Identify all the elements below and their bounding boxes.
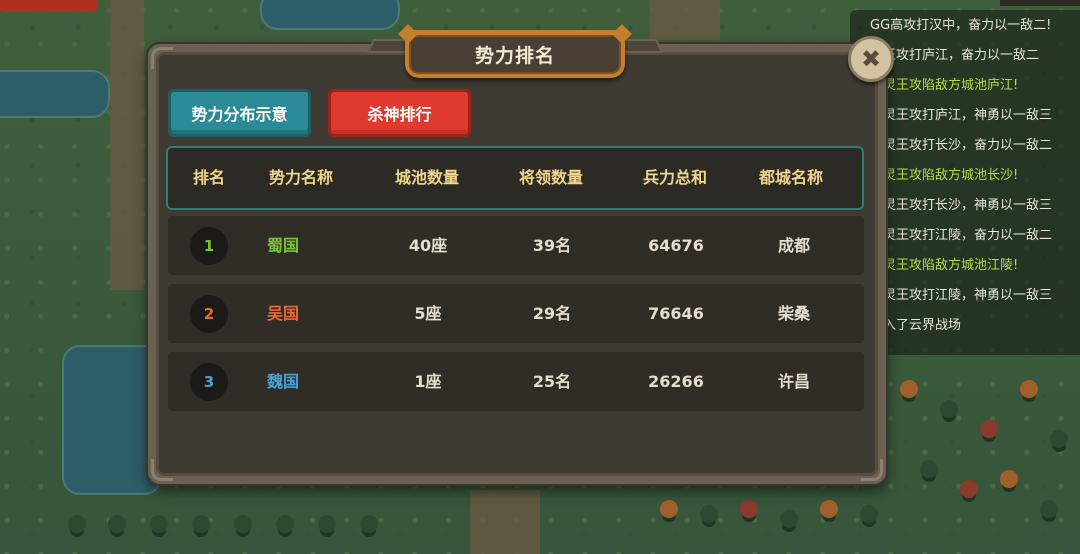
city-count: 40座 — [408, 236, 448, 255]
map-tree — [960, 480, 978, 498]
faction-name: 蜀国 — [266, 236, 299, 255]
log-line: 武灵王攻打江陵，神勇以一敌三 — [870, 288, 1053, 303]
map-tree — [940, 400, 958, 418]
map-tree — [192, 515, 210, 533]
header-rank: 排名 — [192, 168, 225, 187]
table-row[interactable]: 1 蜀国 40座 39名 64676 成都 — [168, 216, 864, 275]
map-tree — [980, 420, 998, 438]
log-line: 灵王攻打庐江，奋力以一敌二 — [870, 48, 1040, 63]
map-tree — [234, 515, 252, 533]
map-tree — [820, 500, 838, 518]
log-line: 武灵王攻打长沙，神勇以一敌三 — [870, 198, 1053, 213]
rank-badge: 2 — [190, 295, 228, 333]
map-tree — [108, 515, 126, 533]
header-general-count: 将领数量 — [518, 168, 583, 187]
map-tree — [700, 505, 718, 523]
map-road — [470, 490, 540, 554]
tab-faction-distribution[interactable]: 势力分布示意 — [168, 89, 311, 137]
log-line: 武灵王攻打江陵，奋力以一敌二 — [870, 228, 1053, 243]
table-row[interactable]: 2 吴国 5座 29名 76646 柴桑 — [168, 284, 864, 343]
map-lake — [62, 345, 162, 495]
header-city-count: 城池数量 — [394, 168, 459, 187]
capital-name: 许昌 — [777, 372, 810, 391]
log-line: 武灵王攻陷敌方城池长沙! — [870, 168, 1019, 183]
city-count: 5座 — [414, 304, 442, 323]
log-line: 武灵王攻打长沙，奋力以一敌二 — [870, 138, 1053, 153]
general-count: 39名 — [532, 236, 572, 255]
map-river — [0, 70, 110, 118]
capital-name: 成都 — [777, 236, 810, 255]
header-faction-name: 势力名称 — [268, 168, 333, 187]
map-tree — [360, 515, 378, 533]
header-troop-total: 兵力总和 — [642, 168, 707, 187]
table-header: 排名 势力名称 城池数量 将领数量 兵力总和 都城名称 — [166, 146, 864, 210]
capital-name: 柴桑 — [777, 304, 810, 323]
map-tree — [860, 505, 878, 523]
panel-title: 势力排名 — [474, 45, 555, 67]
menu-button-partial[interactable] — [0, 0, 98, 12]
map-tree — [68, 515, 86, 533]
faction-name: 吴国 — [266, 304, 299, 323]
rank-badge: 1 — [190, 227, 228, 265]
map-tree — [1050, 430, 1068, 448]
map-tree — [660, 500, 678, 518]
log-line: 武灵王攻打庐江，神勇以一敌三 — [870, 108, 1053, 123]
panel-corner — [151, 459, 173, 481]
faction-name: 魏国 — [266, 372, 299, 391]
general-count: 25名 — [532, 372, 572, 391]
map-road — [110, 0, 144, 290]
map-tree — [276, 515, 294, 533]
panel-corner — [151, 47, 173, 69]
general-count: 29名 — [532, 304, 572, 323]
map-tree — [920, 460, 938, 478]
close-icon: ✖ — [860, 45, 882, 73]
map-tree — [900, 380, 918, 398]
map-tree — [740, 500, 758, 518]
troop-total: 64676 — [648, 236, 704, 255]
map-tree — [150, 515, 168, 533]
rank-badge: 3 — [190, 363, 228, 401]
title-plaque: 势力排名 — [398, 24, 632, 78]
log-line: GG高攻打汉中，奋力以一敌二! — [870, 18, 1052, 33]
log-line: 进入了云界战场 — [870, 318, 962, 333]
map-road — [650, 0, 720, 40]
troop-total: 26266 — [648, 372, 704, 391]
top-bar-partial — [1000, 0, 1080, 6]
close-button[interactable]: ✖ — [848, 36, 894, 82]
map-tree — [318, 515, 336, 533]
tab-kill-ranking[interactable]: 杀神排行 — [328, 89, 471, 137]
map-tree — [1020, 380, 1038, 398]
map-river — [260, 0, 400, 30]
city-count: 1座 — [414, 372, 442, 391]
map-tree — [1040, 500, 1058, 518]
log-line: 武灵王攻陷敌方城池江陵! — [870, 258, 1019, 273]
map-tree — [1000, 470, 1018, 488]
header-capital: 都城名称 — [758, 168, 823, 187]
log-line: 武灵王攻陷敌方城池庐江! — [870, 78, 1019, 93]
troop-total: 76646 — [648, 304, 704, 323]
map-tree — [780, 510, 798, 528]
table-row[interactable]: 3 魏国 1座 25名 26266 许昌 — [168, 352, 864, 411]
panel-corner — [861, 459, 883, 481]
